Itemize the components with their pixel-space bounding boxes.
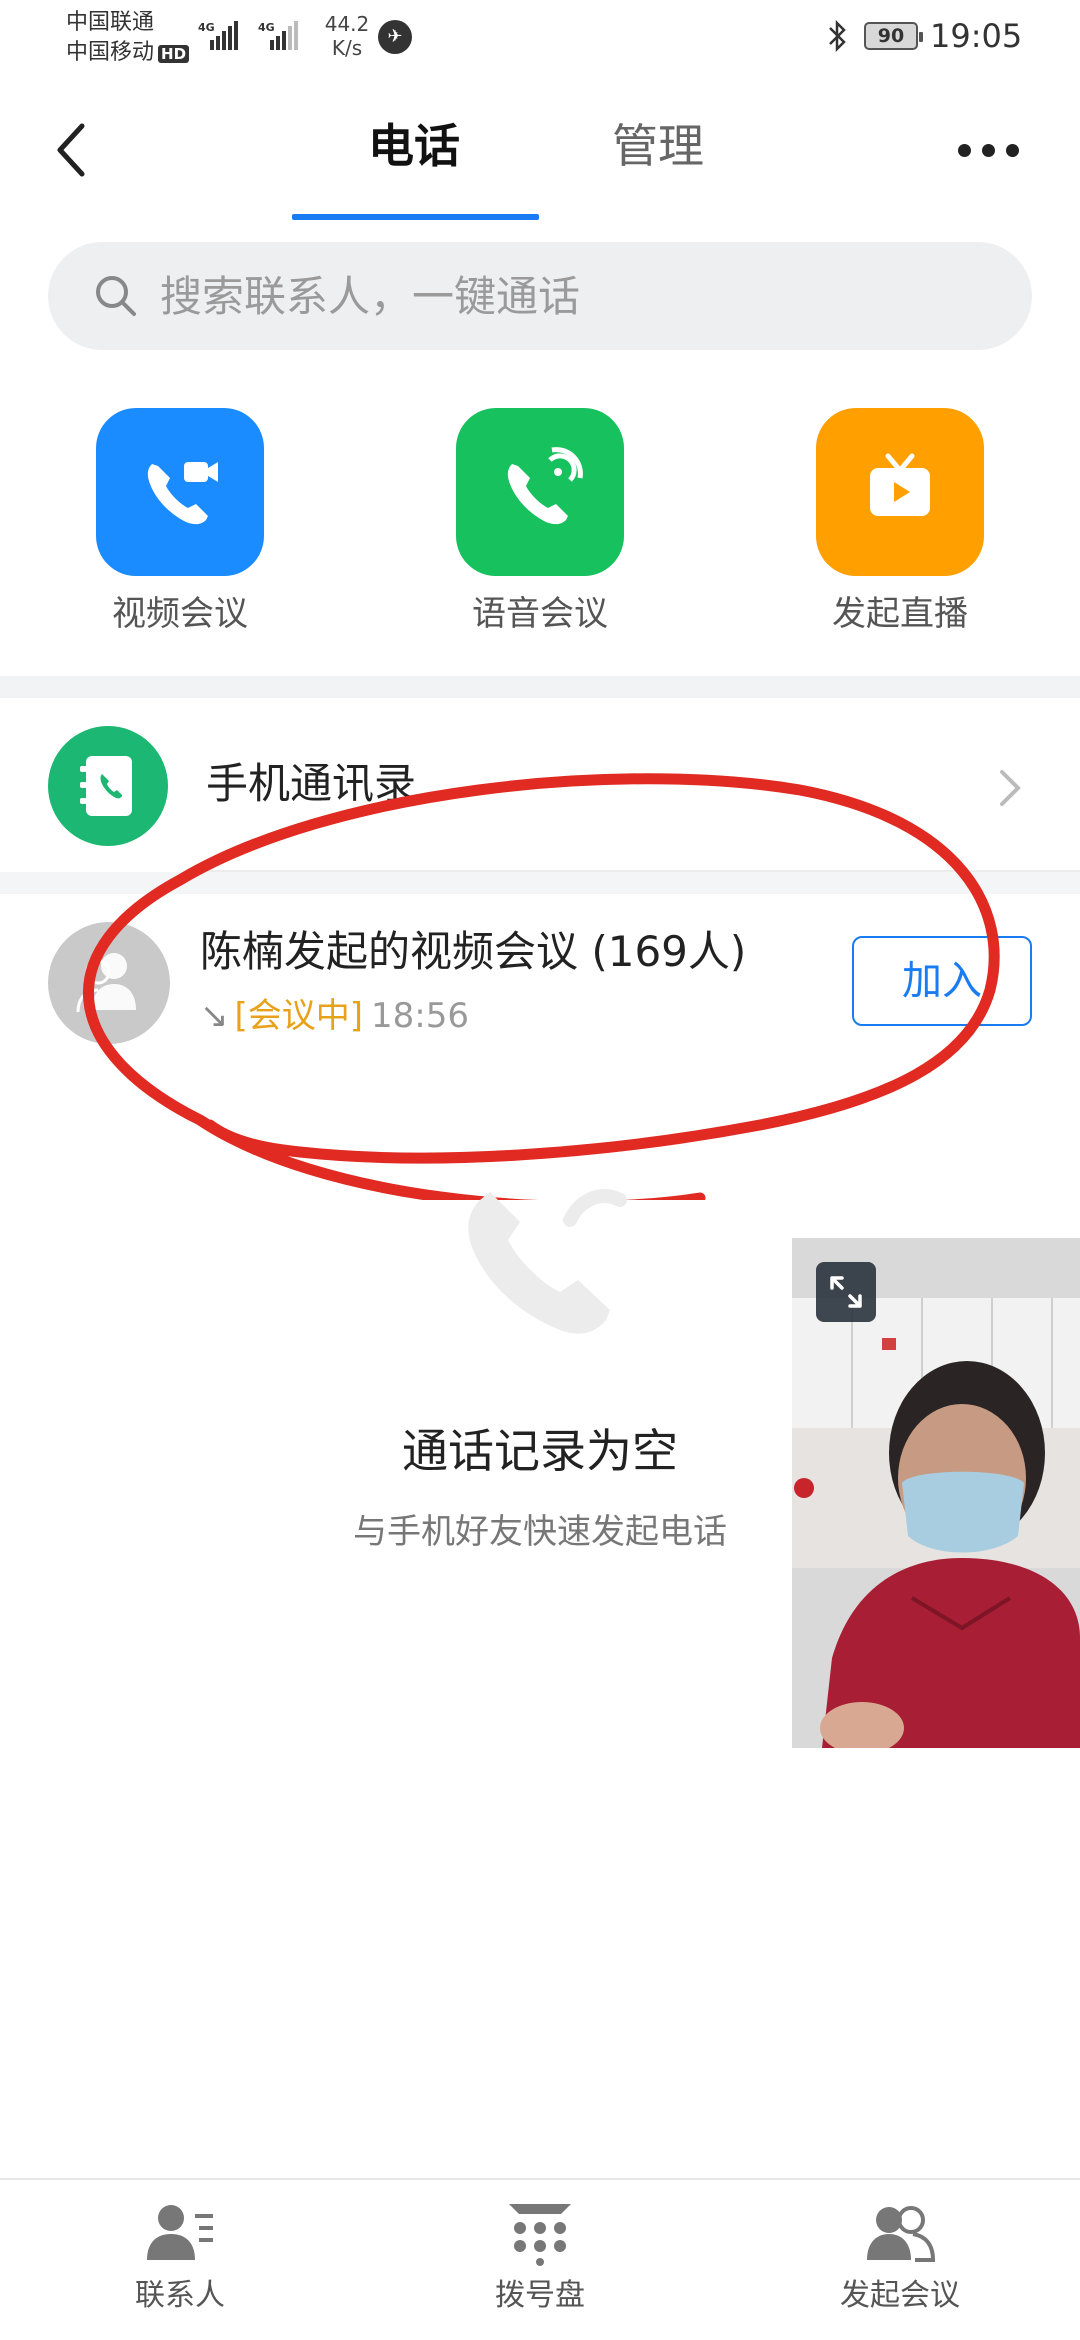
bottom-nav: 联系人 拨号盘 发起会议: [0, 2178, 1080, 2340]
quick-actions: 视频会议 语音会议 发起直播: [0, 408, 1080, 648]
nav-start-meeting[interactable]: 发起会议: [720, 2180, 1080, 2340]
nav-contacts[interactable]: 联系人: [0, 2180, 360, 2340]
start-live-tile[interactable]: [816, 408, 984, 576]
join-button[interactable]: 加入: [852, 936, 1032, 1026]
group-avatar-icon: [48, 922, 170, 1044]
voice-meeting-tile[interactable]: [456, 408, 624, 576]
chevron-right-icon: [1000, 770, 1021, 806]
signal-2-label: 4G: [258, 21, 275, 34]
carrier-2: 中国移动: [66, 40, 155, 65]
hd-badge: HD: [158, 45, 190, 63]
voice-meeting-label: 语音会议: [472, 594, 608, 634]
header: 电话 管理: [0, 90, 1080, 220]
video-meeting-label: 视频会议: [112, 594, 248, 634]
dialpad-icon: [509, 2204, 571, 2266]
net-speed: 44.2 K/s: [322, 12, 372, 60]
bluetooth-icon: [829, 19, 846, 53]
address-book-icon: [48, 726, 168, 846]
active-tab-indicator: [292, 214, 539, 220]
phone-placeholder-icon: [468, 1189, 627, 1334]
contacts-icon: [147, 2205, 213, 2260]
meeting-time: 18:56: [371, 996, 470, 1036]
shield-icon: ✈: [378, 20, 412, 54]
nav-dialpad-label: 拨号盘: [495, 2278, 585, 2313]
tab-phone[interactable]: 电话: [368, 116, 460, 176]
meeting-subtitle: ↘ [会议中] 18:56: [200, 994, 469, 1038]
nav-contacts-label: 联系人: [135, 2278, 225, 2313]
section-divider-2: [0, 872, 1080, 894]
phone-contacts-row[interactable]: 手机通讯录: [0, 698, 1080, 870]
status-bar: 中国联通 中国移动 HD 4G 4G 44.2 K/s ✈ 90 19:05: [0, 0, 1080, 80]
expand-video-button[interactable]: [816, 1262, 876, 1322]
back-button[interactable]: [46, 114, 102, 186]
carrier-1: 中国联通: [66, 10, 155, 35]
expand-icon: [830, 1276, 862, 1308]
section-divider: [0, 676, 1080, 698]
start-live-label: 发起直播: [832, 594, 968, 634]
search-icon: [96, 276, 136, 316]
meeting-status: [会议中]: [234, 996, 364, 1036]
video-call-icon: [147, 462, 218, 525]
battery-icon: 90: [864, 22, 923, 50]
meeting-record-row[interactable]: 陈楠发起的视频会议 (169人) ↘ [会议中] 18:56 加入: [0, 894, 1080, 1074]
nav-start-meeting-label: 发起会议: [840, 2278, 960, 2313]
carrier-info: 中国联通 中国移动 HD: [66, 8, 190, 68]
tab-manage[interactable]: 管理: [612, 116, 704, 176]
video-meeting-tile[interactable]: [96, 408, 264, 576]
clock: 19:05: [930, 17, 1023, 55]
voice-call-icon: [507, 447, 583, 525]
net-speed-unit: K/s: [331, 36, 363, 60]
phone-contacts-label: 手机通讯录: [206, 759, 417, 808]
start-live-button[interactable]: 发起直播: [780, 408, 1020, 648]
video-meeting-button[interactable]: 视频会议: [60, 408, 300, 648]
start-meeting-icon: [867, 2206, 935, 2262]
nav-dialpad[interactable]: 拨号盘: [360, 2180, 720, 2340]
signal-1-label: 4G: [198, 21, 215, 34]
voice-meeting-button[interactable]: 语音会议: [420, 408, 660, 648]
live-tv-icon: [870, 453, 930, 516]
incoming-arrow-icon: ↘: [200, 996, 229, 1036]
floating-video-window[interactable]: [792, 1238, 1080, 1748]
search-bar[interactable]: [48, 242, 1032, 350]
signal-icon: 4G 4G: [198, 21, 298, 50]
meeting-title: 陈楠发起的视频会议 (169人): [200, 927, 747, 976]
search-input[interactable]: [160, 266, 980, 326]
net-speed-value: 44.2: [324, 12, 370, 36]
more-options-button[interactable]: [952, 136, 1024, 164]
